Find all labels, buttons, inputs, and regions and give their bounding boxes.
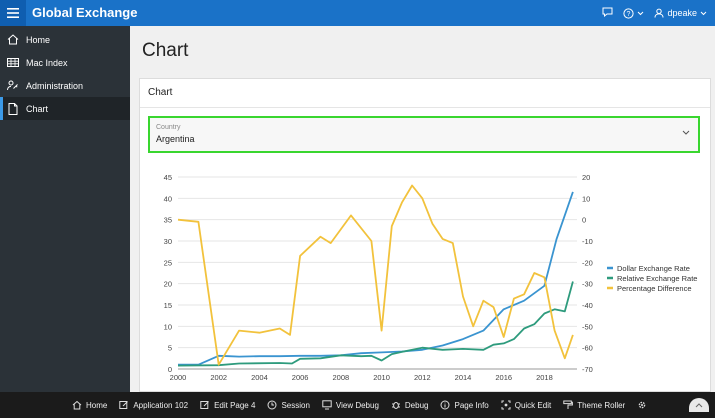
devbar-page-info-button[interactable]: Page Info	[440, 400, 489, 410]
home-icon	[72, 400, 82, 410]
y-right-tick-label: -40	[582, 301, 593, 310]
home-icon	[7, 34, 19, 45]
help-menu-button[interactable]: ?	[623, 7, 644, 19]
y-left-tick-label: 30	[164, 237, 172, 246]
y-right-tick-label: 20	[582, 173, 590, 182]
devbar-edit-page-4-button[interactable]: Edit Page 4	[200, 400, 255, 410]
clock-icon	[267, 400, 277, 410]
devbar-quick-edit-button[interactable]: Quick Edit	[501, 400, 551, 410]
y-right-tick-label: -70	[582, 365, 593, 374]
y-left-tick-label: 5	[168, 344, 172, 353]
devbar-item-label: Debug	[404, 400, 429, 410]
x-tick-label: 2006	[292, 373, 309, 382]
help-icon: ?	[623, 7, 635, 19]
y-right-tick-label: -10	[582, 237, 593, 246]
y-right-tick-label: -30	[582, 280, 593, 289]
y-left-tick-label: 15	[164, 301, 172, 310]
devbar-item-label: Quick Edit	[514, 400, 552, 410]
paint-roller-icon	[563, 400, 574, 409]
x-tick-label: 2014	[455, 373, 472, 382]
user-icon	[654, 8, 664, 18]
app-title[interactable]: Global Exchange	[32, 0, 137, 26]
x-tick-label: 2002	[210, 373, 227, 382]
sidebar-item-label: Administration	[26, 80, 84, 91]
series-line-percentage-difference	[177, 184, 574, 366]
feedback-button[interactable]	[602, 7, 613, 19]
menu-toggle-button[interactable]	[0, 0, 26, 26]
x-tick-label: 2016	[495, 373, 512, 382]
sidebar-item-label: Home	[26, 34, 51, 45]
devbar-application-102-button[interactable]: Application 102	[119, 400, 188, 410]
main-content: Chart Chart Country Argentina 0 5 10 15 20 25…	[130, 26, 715, 392]
sidebar-item-home[interactable]: Home	[0, 28, 130, 51]
edit-icon	[119, 401, 129, 409]
devbar-item-label: View Debug	[335, 400, 379, 410]
chevron-up-icon	[695, 403, 703, 408]
x-tick-label: 2000	[170, 373, 187, 382]
exchange-rate-chart: 051015202530354045 20100-10-20-30-40-50-6…	[164, 173, 698, 382]
svg-text:?: ?	[627, 11, 631, 18]
sidebar-item-mac-index[interactable]: Mac Index	[0, 51, 130, 74]
devbar-item-label: Theme Roller	[577, 400, 626, 410]
gear-icon	[638, 401, 646, 409]
table-icon	[7, 58, 19, 67]
bug-icon	[391, 402, 400, 409]
page-title: Chart	[142, 40, 189, 61]
x-tick-label: 2010	[373, 373, 390, 382]
x-tick-label: 2004	[251, 373, 268, 382]
y-left-tick-label: 25	[164, 258, 172, 267]
y-left-tick-label: 35	[164, 216, 172, 225]
y-right-tick-label: -50	[582, 322, 593, 331]
devbar-item-label: Home	[86, 400, 108, 410]
sidebar-item-chart[interactable]: Chart	[0, 97, 130, 120]
info-icon	[440, 400, 450, 410]
debug-view-icon	[322, 400, 332, 410]
chart-region: Chart Country Argentina 0 5 10 15 20 25 30 35 40…	[139, 78, 711, 392]
legend-label-percentage-difference: Percentage Difference	[617, 284, 692, 293]
devbar-settings-button[interactable]	[637, 400, 647, 410]
sidebar: Home Mac Index Administration Chart	[0, 26, 130, 392]
devbar-view-debug-button[interactable]: View Debug	[322, 400, 379, 410]
scroll-to-top-button[interactable]	[689, 398, 709, 412]
legend-label-dollar-exchange-rate: Dollar Exchange Rate	[617, 264, 690, 273]
y-right-tick-label: 0	[582, 216, 586, 225]
edit-icon	[200, 401, 209, 409]
devbar-item-label: Page Info	[454, 400, 489, 410]
developer-toolbar: Home Application 102 Edit Page 4 Session Vie…	[0, 392, 715, 418]
sidebar-item-label: Chart	[26, 103, 49, 114]
devbar-theme-roller-button[interactable]: Theme Roller	[563, 400, 625, 410]
y-left-tick-label: 40	[164, 194, 172, 203]
chevron-down-icon	[700, 11, 707, 15]
devbar-session-button[interactable]: Session	[267, 400, 310, 410]
chat-bubble-icon	[602, 7, 613, 18]
file-icon	[8, 102, 18, 115]
sidebar-item-administration[interactable]: Administration	[0, 74, 130, 97]
y-left-tick-label: 10	[164, 322, 172, 331]
x-tick-label: 2018	[536, 373, 553, 382]
devbar-debug-button[interactable]: Debug	[391, 400, 429, 410]
quick-edit-icon	[501, 400, 511, 410]
user-menu-button[interactable]: dpeake	[654, 8, 707, 18]
user-name: dpeake	[667, 8, 697, 18]
devbar-item-label: Edit Page 4	[214, 400, 256, 410]
chevron-down-icon	[638, 11, 644, 15]
top-navigation-bar: Global Exchange ? dpeake	[0, 0, 715, 26]
hamburger-icon	[7, 8, 19, 18]
devbar-item-label: Session	[281, 400, 310, 410]
sidebar-item-label: Mac Index	[26, 57, 68, 68]
y-right-tick-label: 10	[582, 194, 590, 203]
x-tick-label: 2012	[414, 373, 431, 382]
user-key-icon	[7, 80, 18, 91]
devbar-item-label: Application 102	[133, 400, 189, 410]
y-left-tick-label: 45	[164, 173, 172, 182]
y-right-tick-label: -60	[582, 344, 593, 353]
y-right-tick-label: -20	[582, 258, 593, 267]
devbar-home-button[interactable]: Home	[72, 400, 107, 410]
y-left-tick-label: 20	[164, 280, 172, 289]
legend-label-relative-exchange-rate: Relative Exchange Rate	[617, 274, 697, 283]
x-tick-label: 2008	[333, 373, 350, 382]
